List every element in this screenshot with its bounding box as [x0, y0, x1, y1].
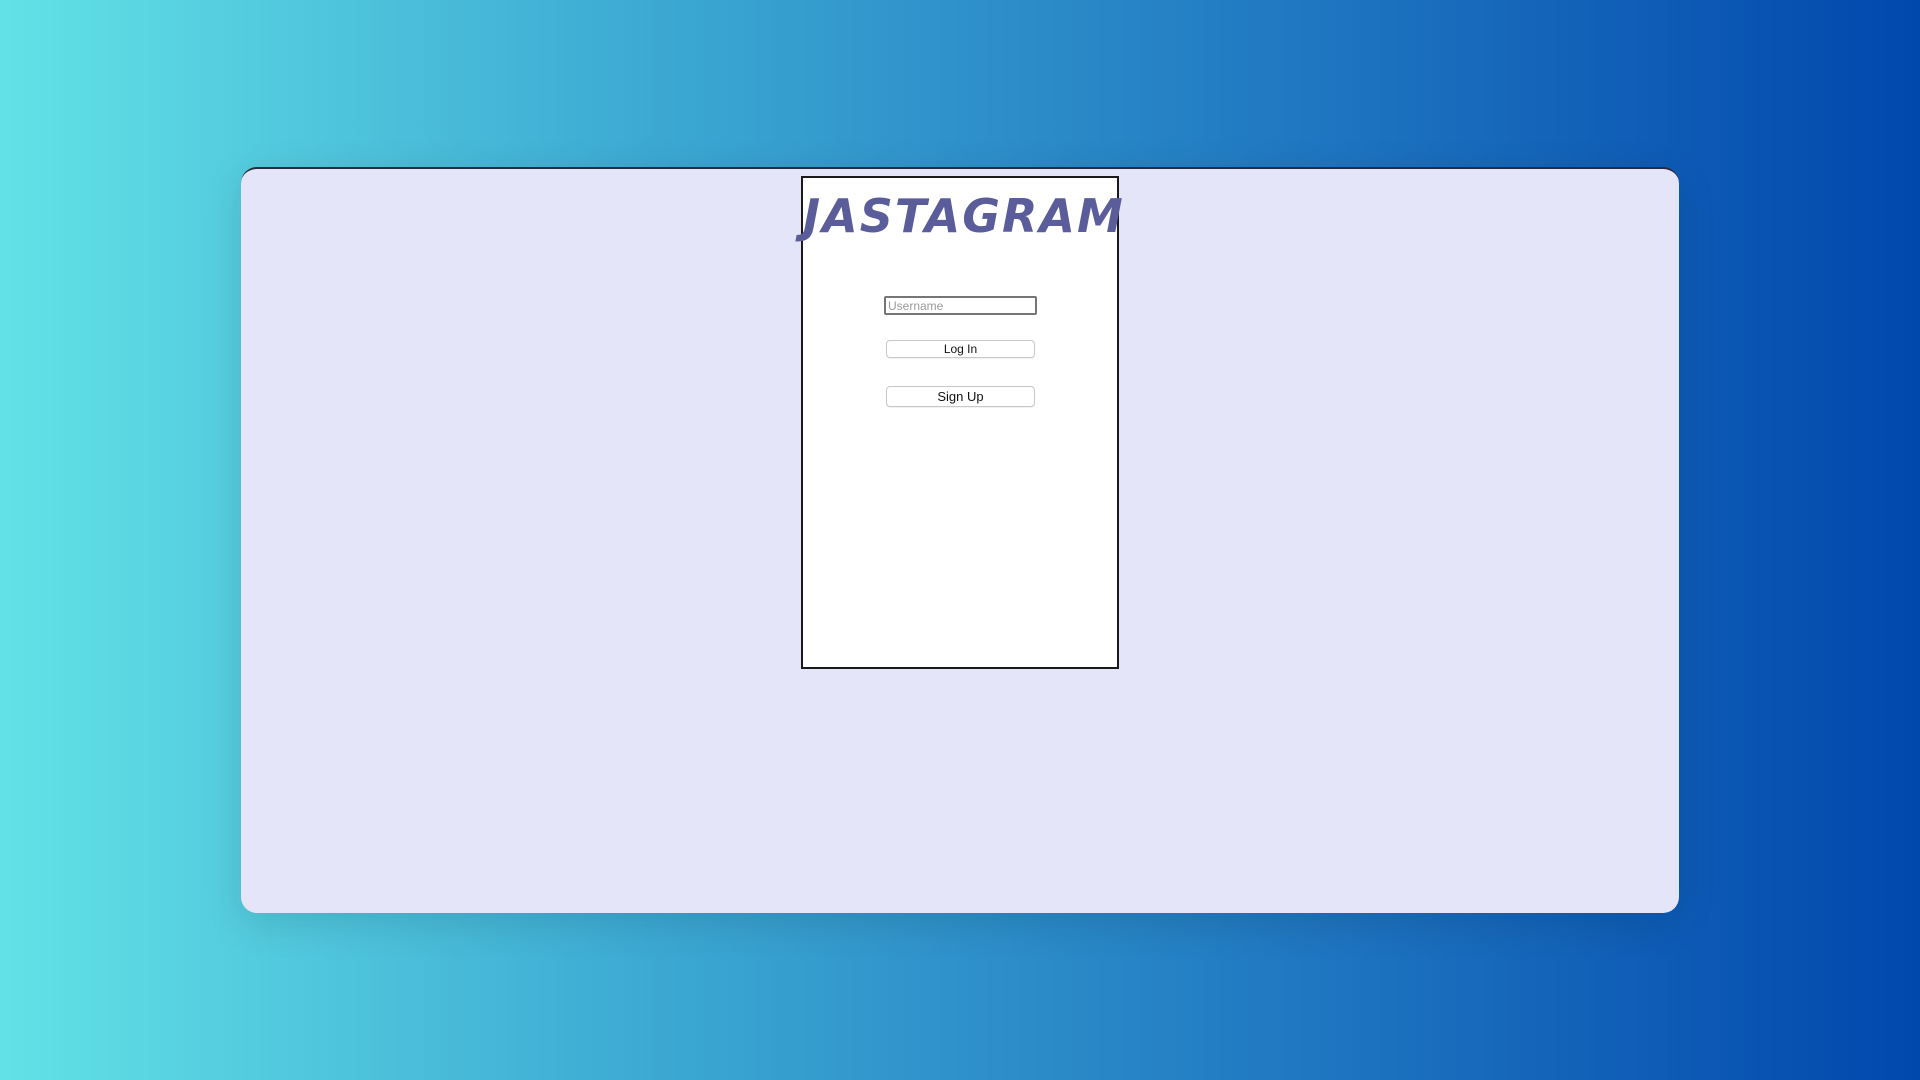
app-screen: JASTAGRAM Log In Sign Up: [801, 176, 1125, 669]
signup-button[interactable]: Sign Up: [886, 386, 1035, 407]
username-input[interactable]: [884, 296, 1037, 315]
login-button[interactable]: Log In: [886, 340, 1035, 358]
app-logo: JASTAGRAM: [803, 189, 1125, 243]
